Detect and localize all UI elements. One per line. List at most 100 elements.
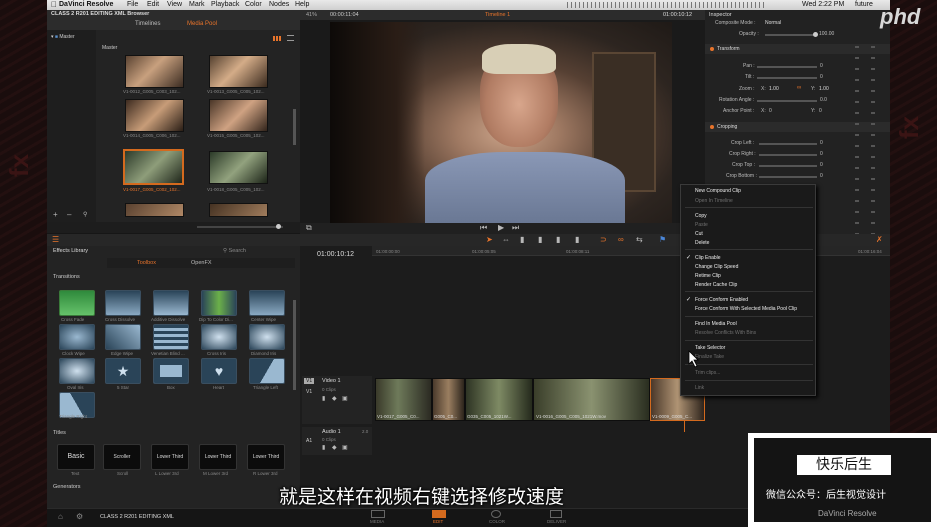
add-bin-icon[interactable]: + <box>53 210 58 220</box>
audio-scrub-icon[interactable]: ⇆ <box>636 235 643 245</box>
transition-tile[interactable] <box>153 358 189 384</box>
link-icon[interactable]: ∞ <box>797 85 801 91</box>
tab-toolbox[interactable]: Toolbox <box>137 260 156 266</box>
video-track-dest[interactable]: V1 <box>306 389 312 395</box>
menu-item-force-conform-enabled[interactable]: Force Conform Enabled <box>695 297 748 303</box>
search-icon[interactable]: ⚲ <box>83 210 87 220</box>
timeline-name[interactable]: Timeline 1 <box>485 12 510 18</box>
home-icon[interactable]: ⌂ <box>58 512 63 522</box>
pan-slider[interactable] <box>757 66 817 68</box>
menu-edit[interactable]: Edit <box>147 0 159 10</box>
composite-mode-select[interactable]: Normal <box>765 20 781 26</box>
rotation-value[interactable]: 0.0 <box>820 97 827 103</box>
clip-thumbnail[interactable] <box>209 151 268 184</box>
transform-enable-dot[interactable] <box>710 47 714 51</box>
title-preview[interactable]: Basic <box>57 444 95 470</box>
crop-left-value[interactable]: 0 <box>820 140 823 146</box>
tab-timelines[interactable]: Timelines <box>135 21 160 27</box>
toggle-panel-icon[interactable]: ☰ <box>52 235 59 245</box>
settings-icon[interactable]: ⚙ <box>76 512 83 522</box>
transition-tile[interactable] <box>105 324 141 350</box>
viewer-options-icon[interactable]: ⧉ <box>306 223 312 233</box>
menu-view[interactable]: View <box>167 0 182 10</box>
viewer-zoom[interactable]: 41% <box>306 12 317 18</box>
insert-icon[interactable]: ▮ <box>520 235 524 245</box>
menu-item-force-conform-selected[interactable]: Force Conform With Selected Media Pool C… <box>695 306 797 312</box>
overwrite-icon[interactable]: ▮ <box>538 235 542 245</box>
clip-thumbnail[interactable] <box>125 55 184 88</box>
tab-media-pool[interactable]: Media Pool <box>187 21 217 27</box>
tilt-value[interactable]: 0 <box>820 74 823 80</box>
fit-to-fill-icon[interactable]: ▮ <box>575 235 579 245</box>
menu-item-find-in-media-pool[interactable]: Find In Media Pool <box>695 321 737 327</box>
page-color[interactable]: COLOR <box>489 519 505 524</box>
page-deliver[interactable]: DELIVER <box>547 519 566 524</box>
crop-right-slider[interactable] <box>759 154 817 156</box>
menu-item-clip-enable[interactable]: Clip Enable <box>695 255 721 261</box>
crop-right-value[interactable]: 0 <box>820 151 823 157</box>
media-page-icon[interactable] <box>371 510 385 518</box>
edit-page-icon[interactable] <box>432 510 446 518</box>
crop-top-slider[interactable] <box>759 165 817 167</box>
flag-icon[interactable]: ⚑ <box>659 235 666 245</box>
track-enable-icon[interactable]: ▣ <box>342 394 348 404</box>
tab-openfx[interactable]: OpenFX <box>191 260 211 266</box>
deliver-page-icon[interactable] <box>550 510 562 518</box>
crop-bottom-value[interactable]: 0 <box>820 173 823 179</box>
clip-thumbnail[interactable] <box>209 203 268 217</box>
replace-icon[interactable]: ▮ <box>556 235 560 245</box>
jump-forward-icon[interactable]: ⏭ <box>512 223 519 233</box>
anchor-x-value[interactable]: 0 <box>769 108 772 114</box>
opacity-value[interactable]: 100.00 <box>819 31 834 37</box>
thumbnail-size-knob[interactable] <box>276 224 281 229</box>
title-preview[interactable]: Lower Third <box>199 444 237 470</box>
media-pool-scrollbar[interactable] <box>293 109 296 145</box>
title-preview[interactable]: Lower Third <box>247 444 285 470</box>
clip-thumbnail-selected[interactable] <box>123 149 184 185</box>
trim-tool-icon[interactable]: ⇔ <box>502 235 510 245</box>
audio-mute-icon[interactable]: ▣ <box>342 443 348 453</box>
menu-app-name[interactable]: DaVinci Resolve <box>59 0 113 10</box>
effects-search[interactable]: ⚲ Search <box>223 248 246 254</box>
transition-tile[interactable] <box>153 324 189 350</box>
transition-tile[interactable] <box>153 290 189 316</box>
menu-playback[interactable]: Playback <box>211 0 239 10</box>
menu-nodes[interactable]: Nodes <box>269 0 289 10</box>
effects-scrollbar[interactable] <box>293 300 296 390</box>
opacity-knob[interactable] <box>813 32 818 37</box>
crop-bottom-slider[interactable] <box>759 176 817 178</box>
transition-tile[interactable] <box>249 358 285 384</box>
transition-tile[interactable] <box>201 324 237 350</box>
clip-thumbnail[interactable] <box>125 203 184 217</box>
menu-mark[interactable]: Mark <box>189 0 205 10</box>
crop-left-slider[interactable] <box>759 143 817 145</box>
select-tool-icon[interactable]: ➤ <box>486 235 493 245</box>
transition-tile[interactable] <box>59 290 95 316</box>
menu-item-change-clip-speed[interactable]: Change Clip Speed <box>695 264 738 270</box>
opacity-slider[interactable] <box>765 34 815 36</box>
clip-thumbnail[interactable] <box>209 99 268 132</box>
pan-value[interactable]: 0 <box>820 63 823 69</box>
menu-help[interactable]: Help <box>295 0 309 10</box>
menu-item-render-cache-clip[interactable]: Render Cache Clip <box>695 282 737 288</box>
audio-lock-icon[interactable]: ▮ <box>322 443 325 453</box>
auto-select-icon[interactable]: ◆ <box>332 394 337 404</box>
menu-item-copy[interactable]: Copy <box>695 213 707 219</box>
transition-tile[interactable] <box>105 290 141 316</box>
rotation-slider[interactable] <box>757 100 817 102</box>
audio-solo-icon[interactable]: ◆ <box>332 443 337 453</box>
apple-icon[interactable]:  <box>51 0 57 10</box>
menu-file[interactable]: File <box>127 0 138 10</box>
zoom-x-value[interactable]: 1.00 <box>769 86 779 92</box>
menu-color[interactable]: Color <box>245 0 262 10</box>
mixer-icon[interactable]: ✗ <box>876 235 883 245</box>
menu-item-new-compound-clip[interactable]: New Compound Clip <box>695 188 741 194</box>
transition-tile[interactable] <box>201 290 237 316</box>
cropping-enable-dot[interactable] <box>710 125 714 129</box>
star-icon[interactable]: ★ <box>105 358 141 384</box>
zoom-y-value[interactable]: 1.00 <box>819 86 829 92</box>
menu-item-cut[interactable]: Cut <box>695 231 703 237</box>
audio-track-id[interactable]: A1 <box>306 438 312 444</box>
grid-view-icon[interactable] <box>273 36 281 41</box>
play-icon[interactable]: ▶ <box>498 223 504 233</box>
